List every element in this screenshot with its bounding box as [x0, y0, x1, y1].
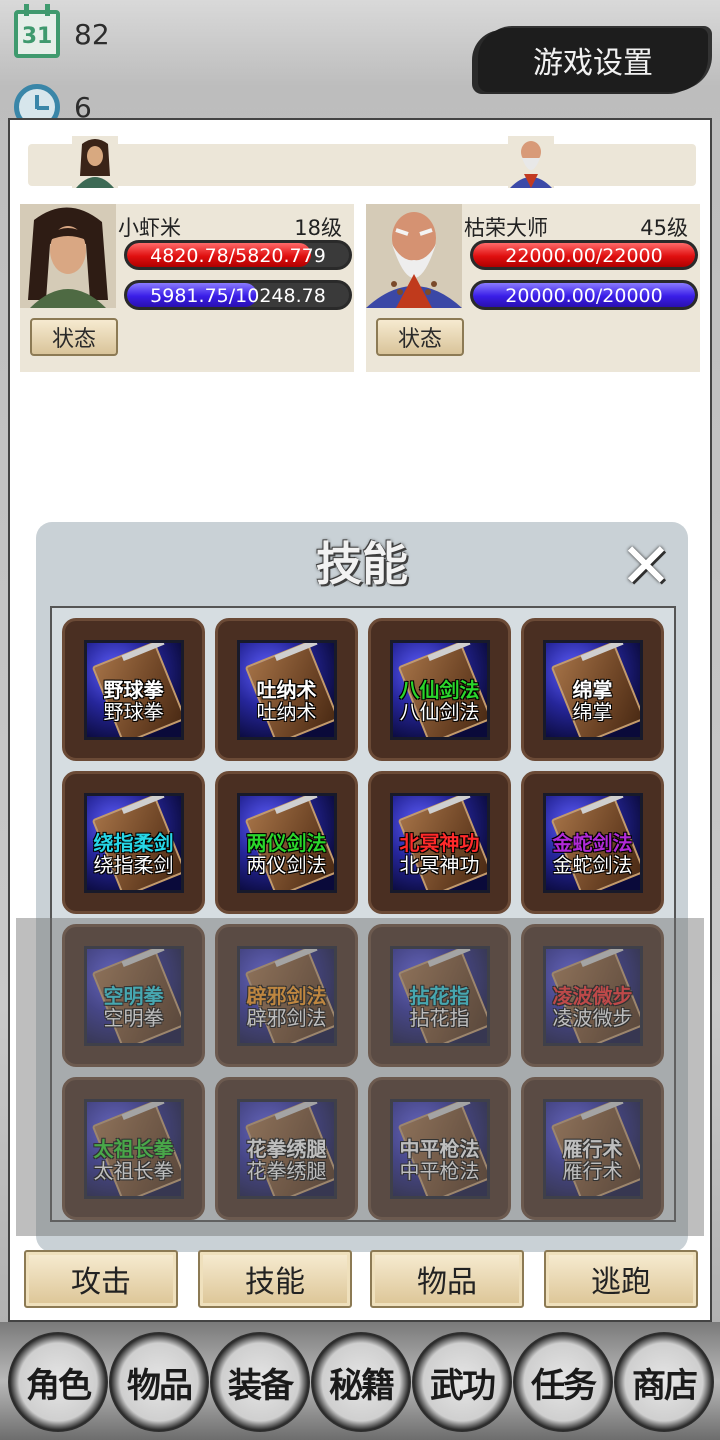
enemy-level: 45级 — [640, 216, 688, 240]
enemy-status-button[interactable]: 状态 — [376, 318, 464, 356]
enemy-hp-text: 22000.00/22000 — [505, 245, 663, 267]
skill-name-subtitle: 太祖长拳 — [93, 1159, 174, 1183]
player-name: 小虾米 — [118, 216, 181, 240]
player-mini-avatar — [72, 136, 118, 188]
nav-items-button[interactable]: 物品 — [109, 1332, 209, 1432]
skill-name-subtitle: 绕指柔剑 — [93, 853, 174, 877]
skill-name: 太祖长拳 — [93, 1137, 174, 1161]
skill-name: 辟邪剑法 — [246, 984, 327, 1008]
skill-name-subtitle: 八仙剑法 — [399, 700, 480, 724]
nav-equipment-button[interactable]: 装备 — [210, 1332, 310, 1432]
item-button[interactable]: 物品 — [370, 1250, 524, 1308]
skill-name-subtitle: 空明拳 — [103, 1006, 164, 1030]
skill-name-subtitle: 吐纳术 — [256, 700, 317, 724]
enemy-mp-text: 20000.00/20000 — [505, 285, 663, 307]
attack-button[interactable]: 攻击 — [24, 1250, 178, 1308]
enemy-name: 枯荣大师 — [464, 216, 548, 240]
top-status-bar: 31 82 6 游戏设置 — [0, 0, 720, 130]
player-level: 18级 — [294, 216, 342, 240]
skill-slot[interactable]: 拈花指 拈花指 — [368, 924, 511, 1067]
skill-slot[interactable]: 凌波微步 凌波微步 — [521, 924, 664, 1067]
nav-shop-button[interactable]: 商店 — [614, 1332, 714, 1432]
calendar-icon-text: 31 — [21, 24, 53, 49]
calendar-icon: 31 — [14, 4, 60, 58]
skill-slot[interactable]: 绵掌 绵掌 — [521, 618, 664, 761]
nav-quests-button[interactable]: 任务 — [513, 1332, 613, 1432]
skill-name-subtitle: 两仪剑法 — [246, 853, 327, 877]
skill-name: 雁行术 — [562, 1137, 623, 1161]
game-settings-button[interactable]: 游戏设置 — [478, 28, 708, 92]
player-mp-bar: 5981.75/10248.78 — [124, 280, 352, 310]
skill-slot[interactable]: 两仪剑法 两仪剑法 — [215, 771, 358, 914]
skill-name-subtitle: 野球拳 — [103, 700, 164, 724]
skill-name: 两仪剑法 — [246, 831, 327, 855]
day-count: 82 — [74, 17, 110, 51]
skill-name: 野球拳 — [103, 678, 164, 702]
flee-button[interactable]: 逃跑 — [544, 1250, 698, 1308]
enemy-mini-avatar — [508, 136, 554, 188]
bottom-nav: 角色 物品 装备 秘籍 武功 任务 商店 — [0, 1322, 720, 1440]
skill-name-subtitle: 绵掌 — [572, 700, 613, 724]
skill-slot[interactable]: 绕指柔剑 绕指柔剑 — [62, 771, 205, 914]
skill-name: 八仙剑法 — [399, 678, 480, 702]
nav-role-button[interactable]: 角色 — [8, 1332, 108, 1432]
player-hp-bar: 4820.78/5820.779 — [124, 240, 352, 270]
skill-name-subtitle: 中平枪法 — [399, 1159, 480, 1183]
skill-slot[interactable]: 吐纳术 吐纳术 — [215, 618, 358, 761]
skill-grid: 野球拳 野球拳 吐纳术 吐纳术 八仙剑法 八仙剑法 绵掌 绵掌 绕指柔剑 绕指柔剑 两仪剑法 两仪剑法… — [50, 606, 676, 1222]
skill-name: 空明拳 — [103, 984, 164, 1008]
enemy-card: 枯荣大师 45级 22000.00/22000 20000.00/20000 状… — [366, 204, 700, 372]
skill-name: 凌波微步 — [552, 984, 633, 1008]
enemy-mp-bar: 20000.00/20000 — [470, 280, 698, 310]
skill-slot[interactable]: 八仙剑法 八仙剑法 — [368, 618, 511, 761]
skill-name: 花拳绣腿 — [246, 1137, 327, 1161]
skill-slot[interactable]: 野球拳 野球拳 — [62, 618, 205, 761]
skill-slot[interactable]: 北冥神功 北冥神功 — [368, 771, 511, 914]
skill-slot[interactable]: 中平枪法 中平枪法 — [368, 1077, 511, 1220]
skill-name-subtitle: 雁行术 — [562, 1159, 623, 1183]
skill-name: 拈花指 — [409, 984, 470, 1008]
skill-name: 北冥神功 — [399, 831, 480, 855]
skill-slot[interactable]: 花拳绣腿 花拳绣腿 — [215, 1077, 358, 1220]
skill-name: 中平枪法 — [399, 1137, 480, 1161]
close-icon[interactable]: ✕ — [616, 535, 676, 597]
skill-slot[interactable]: 雁行术 雁行术 — [521, 1077, 664, 1220]
nav-martial-arts-button[interactable]: 武功 — [412, 1332, 512, 1432]
skill-slot[interactable]: 金蛇剑法 金蛇剑法 — [521, 771, 664, 914]
player-avatar[interactable] — [20, 204, 116, 308]
skill-slot[interactable]: 太祖长拳 太祖长拳 — [62, 1077, 205, 1220]
skill-slot[interactable]: 辟邪剑法 辟邪剑法 — [215, 924, 358, 1067]
skill-name-subtitle: 金蛇剑法 — [552, 853, 633, 877]
skill-name: 绕指柔剑 — [93, 831, 174, 855]
skill-button[interactable]: 技能 — [198, 1250, 352, 1308]
battle-panel: 小虾米 18级 4820.78/5820.779 5981.75/10248.7… — [8, 118, 712, 1322]
turn-order-bar — [28, 136, 696, 188]
skill-name: 绵掌 — [572, 678, 613, 702]
player-status-button[interactable]: 状态 — [30, 318, 118, 356]
day-counter: 31 82 — [14, 4, 110, 58]
skill-panel-title: 技能 — [316, 537, 408, 591]
skill-name-subtitle: 辟邪剑法 — [246, 1006, 327, 1030]
skill-name: 金蛇剑法 — [552, 831, 633, 855]
enemy-avatar[interactable] — [366, 204, 462, 308]
player-card: 小虾米 18级 4820.78/5820.779 5981.75/10248.7… — [20, 204, 354, 372]
skill-name-subtitle: 北冥神功 — [399, 853, 480, 877]
player-hp-text: 4820.78/5820.779 — [150, 245, 326, 267]
skill-panel: 技能 ✕ 野球拳 野球拳 吐纳术 吐纳术 八仙剑法 八仙剑法 绵掌 绵掌 绕指柔剑 绕指柔剑 两仪剑… — [36, 522, 688, 1252]
nav-manuals-button[interactable]: 秘籍 — [311, 1332, 411, 1432]
skill-name-subtitle: 拈花指 — [409, 1006, 470, 1030]
enemy-hp-bar: 22000.00/22000 — [470, 240, 698, 270]
skill-name-subtitle: 凌波微步 — [552, 1006, 633, 1030]
skill-slot[interactable]: 空明拳 空明拳 — [62, 924, 205, 1067]
skill-name-subtitle: 花拳绣腿 — [246, 1159, 327, 1183]
player-mp-text: 5981.75/10248.78 — [150, 285, 326, 307]
skill-name: 吐纳术 — [256, 678, 317, 702]
